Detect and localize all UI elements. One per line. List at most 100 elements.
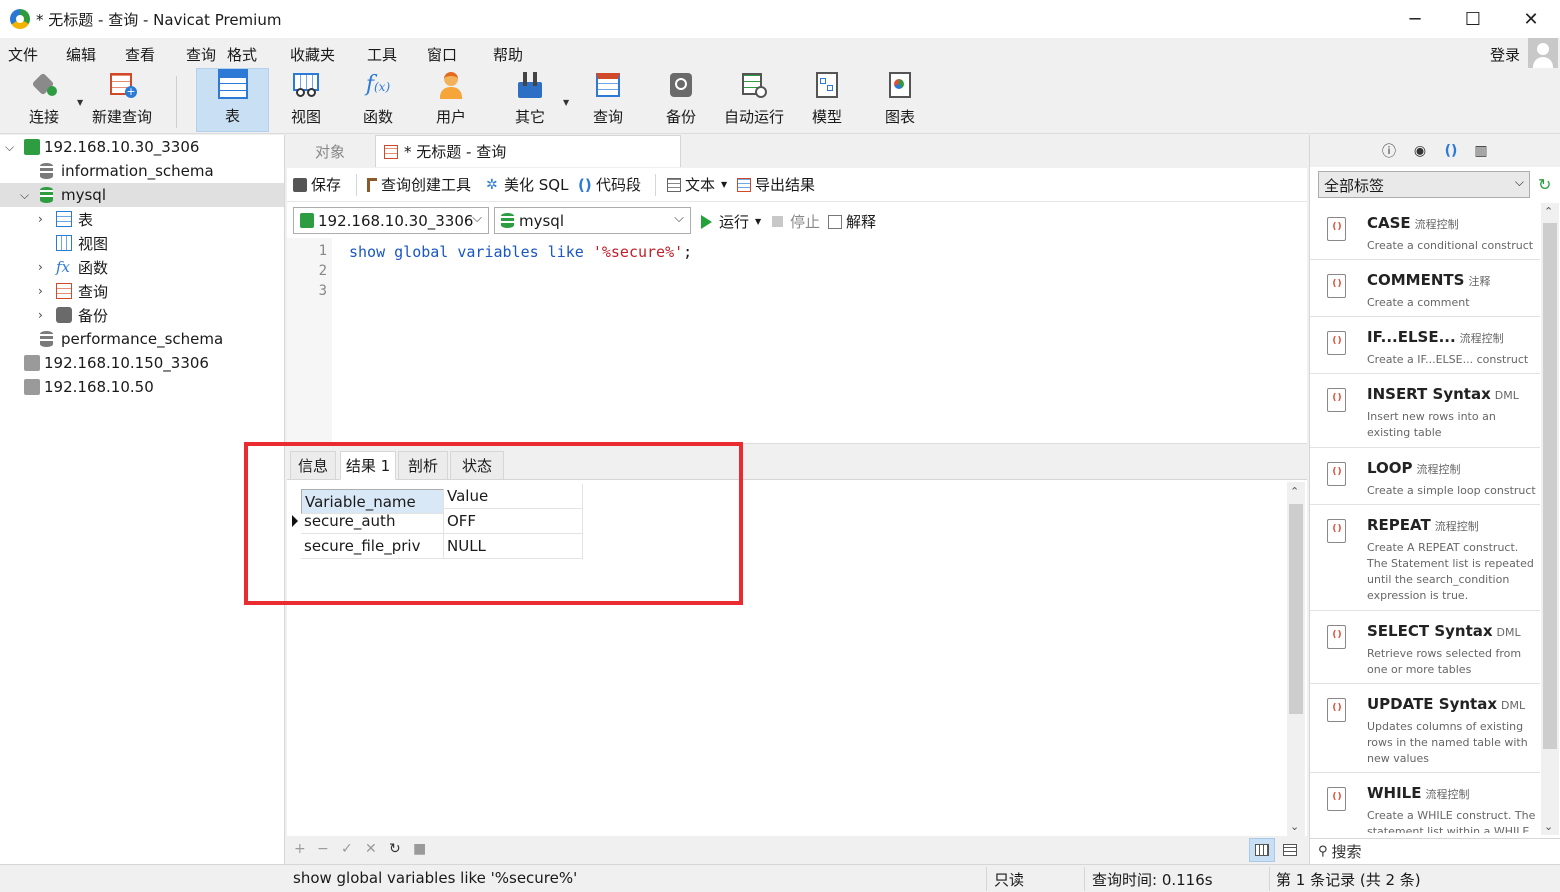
stop-button[interactable]: 停止 <box>772 211 820 232</box>
tree-node-backups[interactable]: › 备份 <box>0 303 284 327</box>
apply-icon[interactable]: ✓ <box>341 841 353 857</box>
form-view-button[interactable] <box>1277 838 1303 862</box>
tree-node-views[interactable]: 视图 <box>0 231 284 255</box>
menu-help[interactable]: 帮助 <box>493 44 523 65</box>
export-results-button[interactable]: 导出结果 <box>737 174 815 195</box>
snippet-search-field[interactable]: ⚲ 搜索 <box>1310 838 1560 864</box>
layout-icon[interactable]: ▥ <box>1472 142 1490 160</box>
database-icon <box>501 213 514 228</box>
list-item[interactable]: IF...ELSE...流程控制 Create a IF...ELSE... c… <box>1310 317 1540 374</box>
tree-db-mysql[interactable]: ⌵ mysql <box>0 183 284 207</box>
connect-button[interactable]: 连接 <box>14 68 74 132</box>
main-toolbar: 连接 ▼ + 新建查询 表 视图 f(x) 函数 用户 其它 ▼ 查询 备份 自… <box>0 68 1560 134</box>
tree-db-information-schema[interactable]: information_schema <box>0 159 284 183</box>
chevron-down-icon: ⌵ <box>674 211 684 226</box>
avatar[interactable] <box>1528 38 1558 70</box>
tree-db-performance-schema[interactable]: performance_schema <box>0 327 284 351</box>
menu-query[interactable]: 查询 <box>186 44 216 65</box>
snippet-icon <box>1327 217 1346 241</box>
eye-icon[interactable]: ◉ <box>1411 142 1429 160</box>
chevron-down-icon[interactable]: ⌵ <box>20 188 29 203</box>
refresh-icon[interactable]: ↻ <box>1538 175 1551 194</box>
scrollbar-thumb[interactable] <box>1289 504 1303 714</box>
login-link[interactable]: 登录 <box>1490 44 1520 65</box>
explain-button[interactable]: 解释 <box>828 211 876 232</box>
database-select[interactable]: mysql ⌵ <box>494 207 691 234</box>
beautify-sql-button[interactable]: ✲ 美化 SQL <box>486 174 568 195</box>
scroll-down-icon[interactable]: ⌄ <box>1290 820 1299 833</box>
model-button[interactable]: 模型 <box>797 68 857 132</box>
run-dropdown-icon[interactable]: ▼ <box>755 217 761 226</box>
view-button[interactable]: 视图 <box>276 68 336 132</box>
table-button[interactable]: 表 <box>196 68 269 132</box>
code-snippet-icon[interactable]: () <box>1442 142 1460 160</box>
tab-query[interactable]: * 无标题 - 查询 <box>375 135 681 167</box>
list-item[interactable]: CASE流程控制 Create a conditional construct <box>1310 203 1540 260</box>
list-item[interactable]: WHILE流程控制 Create a WHILE construct. The … <box>1310 773 1540 833</box>
menu-favorites[interactable]: 收藏夹 <box>290 44 335 65</box>
menu-tools[interactable]: 工具 <box>367 44 397 65</box>
scrollbar-thumb[interactable] <box>1543 223 1557 749</box>
grid-view-button[interactable] <box>1249 838 1275 862</box>
text-dropdown-icon[interactable]: ▼ <box>721 180 727 189</box>
minimize-button[interactable]: ─ <box>1386 0 1444 38</box>
tree-node-queries[interactable]: › 查询 <box>0 279 284 303</box>
sql-editor[interactable]: 1 2 3 show global variables like '%secur… <box>287 238 1307 444</box>
list-item[interactable]: SELECT SyntaxDML Retrieve rows selected … <box>1310 611 1540 684</box>
menu-file[interactable]: 文件 <box>8 44 38 65</box>
delete-record-icon[interactable]: − <box>317 841 329 857</box>
chevron-right-icon[interactable]: › <box>38 284 43 298</box>
chevron-right-icon[interactable]: › <box>38 308 43 322</box>
function-button[interactable]: f(x) 函数 <box>348 68 408 132</box>
chevron-down-icon[interactable]: ⌵ <box>5 140 14 155</box>
tree-conn-192-168-10-50[interactable]: 192.168.10.50 <box>0 375 284 399</box>
refresh-icon[interactable]: ↻ <box>389 841 401 857</box>
menu-view[interactable]: 查看 <box>125 44 155 65</box>
sql-code-line[interactable]: show global variables like '%secure%'; <box>349 243 692 261</box>
connect-dropdown-icon[interactable]: ▼ <box>77 98 83 107</box>
backup-button[interactable]: 备份 <box>651 68 711 132</box>
query-button[interactable]: 查询 <box>578 68 638 132</box>
chevron-right-icon[interactable]: › <box>38 260 43 274</box>
run-button[interactable]: 运行 ▼ <box>701 211 761 232</box>
results-scrollbar[interactable]: ⌃ ⌄ <box>1287 482 1305 836</box>
new-query-button[interactable]: + 新建查询 <box>88 68 156 132</box>
discard-icon[interactable]: ✕ <box>365 841 377 857</box>
code-snippet-button[interactable]: () 代码段 <box>578 174 641 195</box>
text-button[interactable]: 文本 ▼ <box>667 174 727 195</box>
list-item[interactable]: UPDATE SyntaxDML Updates columns of exis… <box>1310 684 1540 773</box>
scroll-up-icon[interactable]: ⌃ <box>1290 485 1299 498</box>
tree-node-tables[interactable]: › 表 <box>0 207 284 231</box>
tree-node-functions[interactable]: › fx 函数 <box>0 255 284 279</box>
list-item[interactable]: COMMENTS注释 Create a comment <box>1310 260 1540 317</box>
connection-select[interactable]: 192.168.10.30_3306 ⌵ <box>293 207 489 234</box>
menu-edit[interactable]: 编辑 <box>66 44 96 65</box>
chart-button[interactable]: 图表 <box>870 68 930 132</box>
stop-icon[interactable]: ■ <box>413 841 426 857</box>
others-dropdown-icon[interactable]: ▼ <box>563 98 569 107</box>
list-item[interactable]: INSERT SyntaxDML Insert new rows into an… <box>1310 374 1540 448</box>
snippet-scrollbar[interactable]: ⌃ ⌄ <box>1541 203 1559 835</box>
list-item[interactable]: REPEAT流程控制 Create A REPEAT construct. Th… <box>1310 505 1540 611</box>
query-builder-button[interactable]: 查询创建工具 <box>367 174 471 195</box>
scroll-up-icon[interactable]: ⌃ <box>1544 205 1553 218</box>
tree-conn-192-168-10-30[interactable]: ⌵ 192.168.10.30_3306 <box>0 135 284 159</box>
save-button[interactable]: 保存 <box>293 174 341 195</box>
user-button[interactable]: 用户 <box>421 68 481 132</box>
status-readonly: 只读 <box>994 871 1025 889</box>
maximize-button[interactable]: ☐ <box>1444 0 1502 38</box>
add-record-icon[interactable]: + <box>294 841 306 857</box>
chevron-right-icon[interactable]: › <box>38 212 43 226</box>
list-item[interactable]: LOOP流程控制 Create a simple loop construct <box>1310 448 1540 505</box>
menu-format[interactable]: 格式 <box>227 44 257 65</box>
tag-filter-select[interactable]: 全部标签 ⌵ <box>1318 171 1530 198</box>
tab-objects[interactable]: 对象 <box>287 135 373 167</box>
auto-run-button[interactable]: 自动运行 <box>722 68 786 132</box>
user-icon <box>436 70 466 100</box>
menu-window[interactable]: 窗口 <box>427 44 457 65</box>
close-button[interactable]: ✕ <box>1502 0 1560 38</box>
scroll-down-icon[interactable]: ⌄ <box>1544 820 1553 833</box>
others-button[interactable]: 其它 <box>500 68 560 132</box>
tree-conn-192-168-10-150[interactable]: 192.168.10.150_3306 <box>0 351 284 375</box>
info-icon[interactable]: ⓘ <box>1380 142 1398 160</box>
